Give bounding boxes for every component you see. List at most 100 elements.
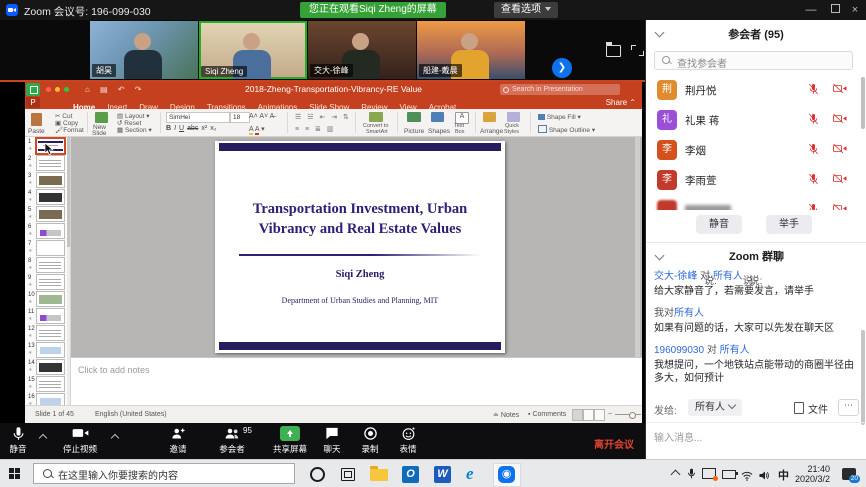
ppt-share-button[interactable]: Share ⌃ [606,97,636,109]
gallery-view-icon[interactable] [606,45,621,57]
participant-row[interactable]: 李李烟 [646,135,861,165]
minimize-button[interactable]: — [800,0,822,20]
thumbnail-preview[interactable] [36,325,65,341]
slide-thumbnail[interactable]: 13∗ [25,341,70,358]
font-format-buttons[interactable]: BIUabcx²x₂ [166,125,219,132]
speaker-icon[interactable] [758,468,770,486]
notification-center-icon[interactable]: 20 [842,468,856,480]
start-button[interactable] [9,468,21,480]
new-slide-icon[interactable] [95,112,108,123]
format-icon-4[interactable]: x² [201,125,207,132]
chat-more-button[interactable]: ⋯ [838,399,859,416]
thumbnail-preview[interactable] [36,274,65,290]
zoom-taskbar-icon[interactable]: ◉ [494,464,520,486]
chevron-up-icon[interactable] [39,434,47,442]
video-tile[interactable]: Siqi Zheng [199,21,307,79]
paste-icon[interactable] [31,113,42,126]
thumbnail-preview[interactable] [36,240,65,256]
current-slide[interactable]: Transportation Investment, UrbanVibrancy… [215,141,505,353]
thumbnail-scrollbar[interactable] [67,137,70,407]
thumbnail-preview[interactable] [36,376,65,392]
taskbar-search[interactable]: 在这里输入你要搜索的内容 [33,463,295,484]
outlook-icon[interactable]: O [398,464,424,486]
slide-thumbnail[interactable]: 11∗ [25,307,70,324]
ppt-search-box[interactable]: Search in Presentation [500,84,620,95]
slide-thumbnail[interactable]: 9∗ [25,273,70,290]
tray-mic-icon[interactable] [687,467,696,485]
format-button[interactable]: 🖌Format [55,126,84,134]
zoom-out-icon[interactable]: − [608,411,612,418]
slide-thumbnail[interactable]: 6∗ [25,222,70,239]
slide-thumbnail[interactable]: 5∗ [25,205,70,222]
toolbar-chat-button[interactable]: 聊天 [312,426,352,455]
fullscreen-icon[interactable] [631,45,644,55]
toolbar-mic-button[interactable]: 静音 [0,426,36,455]
format-icon-5[interactable]: x₂ [210,125,216,132]
font-size-select[interactable]: 18 [230,112,250,123]
thumbnail-preview[interactable] [36,206,65,222]
toolbar-record-button[interactable]: 录制 [350,426,390,455]
task-view-icon[interactable] [341,468,355,481]
slideshow-view-button[interactable] [594,409,605,421]
close-button[interactable]: × [844,0,866,20]
participant-row[interactable] [646,195,861,210]
send-file-button[interactable]: 文件 [794,401,828,416]
slide-thumbnail[interactable]: 4∗ [25,188,70,205]
comments-toggle[interactable]: ▪ Comments [528,411,566,418]
shapes-icon[interactable] [431,112,444,122]
thumbnail-preview[interactable] [36,189,65,205]
thumbnail-preview[interactable] [36,308,65,324]
format-icon-3[interactable]: abc [187,125,198,132]
thumbnail-preview[interactable] [36,155,65,171]
participant-row[interactable]: 李李雨萱 [646,165,861,195]
slide-thumbnail[interactable]: 12∗ [25,324,70,341]
toolbar-people-button[interactable]: 参会者95 [205,426,259,455]
slide-scrollbar[interactable] [635,137,640,357]
toolbar-camera-button[interactable]: 停止视频 [52,426,108,455]
arrange-icon[interactable] [483,112,496,122]
chat-input[interactable]: 输入消息... [646,422,866,460]
toolbar-invite-button[interactable]: 邀请 [152,426,204,455]
format-icon-1[interactable]: I [174,125,176,132]
video-tile[interactable]: 交大-徐峰 [308,21,416,79]
toolbar-emoji-button[interactable]: 表情 [388,426,428,455]
file-explorer-icon[interactable] [366,464,392,486]
notes-pane[interactable]: Click to add notes [71,357,642,406]
participant-row[interactable]: 礼礼果 蒋 [646,105,861,135]
mute-me-button[interactable]: 静音 [696,215,742,234]
list-indent-icons[interactable]: ☰ ☱ ⇤ ⇥ ⇅ [295,113,351,121]
slide-thumbnail[interactable]: 7∗ [25,239,70,256]
language-label[interactable]: English (United States) [95,411,167,418]
slide-thumbnail[interactable]: 8∗ [25,256,70,273]
ime-indicator[interactable]: 中 [778,467,789,483]
thumbnail-preview[interactable] [36,291,65,307]
text-color-icons[interactable]: A A ▾ [249,125,265,133]
format-icon-0[interactable]: B [166,125,171,132]
slide-thumbnail[interactable]: 15∗ [25,375,70,392]
next-videos-button[interactable]: ❯ [552,58,572,78]
slide-thumbnail[interactable]: 14∗ [25,358,70,375]
leave-meeting-button[interactable]: 离开会议 [594,436,634,451]
slide-thumbnail[interactable]: 2∗ [25,154,70,171]
thumbnail-preview[interactable] [36,257,65,273]
zoom-slider[interactable] [615,414,641,415]
participant-row[interactable]: 荆荆丹悦 [646,75,861,105]
view-options-button[interactable]: 查看选项 [494,2,558,18]
slide-thumbnail[interactable]: 3∗ [25,171,70,188]
clock[interactable]: 21:40 2020/3/2 [794,464,830,484]
participants-search[interactable]: 查找参会者 [654,51,853,70]
format-icon-2[interactable]: U [179,125,184,132]
shape-outline-button[interactable]: Shape Outline ▾ [538,125,595,134]
tray-expand-icon[interactable] [671,470,681,480]
raise-hand-button[interactable]: 举手 [766,215,812,234]
align-icons[interactable]: ≡ ≡ ≣ ▥ [295,125,335,133]
picture-icon[interactable] [407,112,421,122]
send-to-select[interactable]: 所有人 [688,399,742,416]
video-tile[interactable]: 船建-戴晨 [417,21,525,79]
grow-shrink-font-icons[interactable]: A˄ A˅ A̶ [249,113,274,120]
word-icon[interactable]: W [430,464,456,486]
thumbnail-preview[interactable] [36,342,65,358]
wifi-icon[interactable] [741,468,753,486]
video-tile[interactable]: 胡昊 [90,21,198,79]
section-button[interactable]: ▦ Section ▾ [117,126,152,134]
